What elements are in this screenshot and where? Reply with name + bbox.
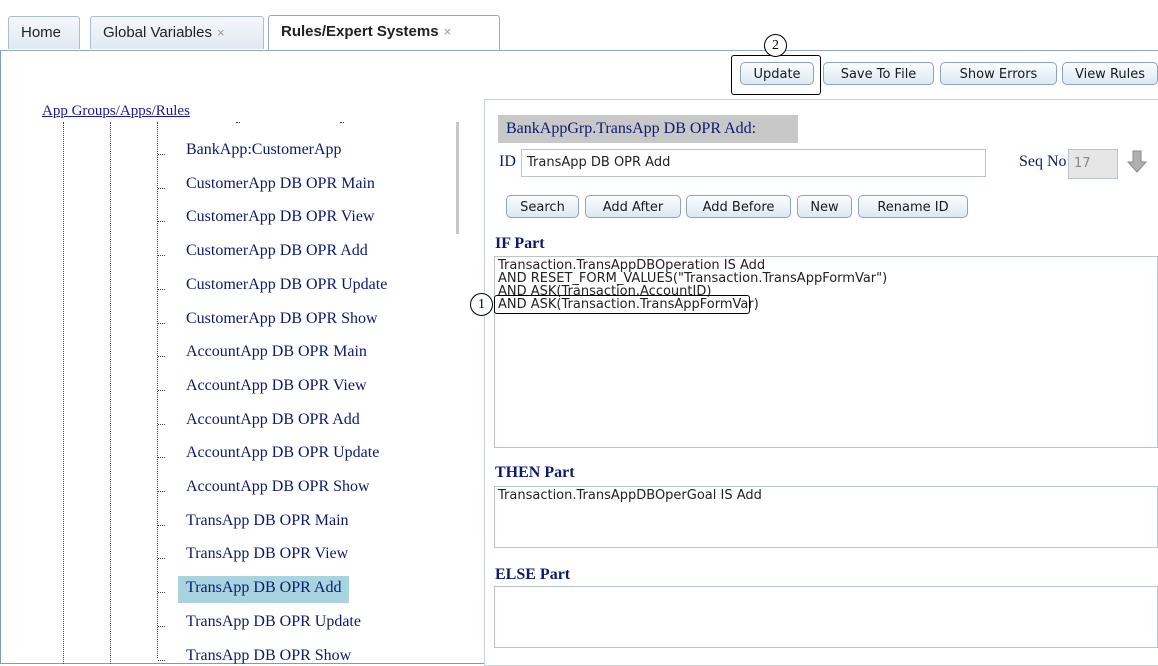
tree-item[interactable]: CustomerApp DB OPR Show bbox=[186, 310, 378, 328]
tab-global-variables-label: Global Variables bbox=[103, 24, 212, 41]
show-errors-button[interactable]: Show Errors bbox=[940, 62, 1057, 85]
close-icon[interactable]: × bbox=[444, 24, 452, 39]
tree-dash bbox=[158, 188, 165, 189]
tree-item[interactable]: AccountApp DB OPR Show bbox=[186, 478, 370, 496]
tree-item[interactable]: TransApp DB OPR Main bbox=[186, 512, 349, 530]
tree-dash bbox=[158, 592, 165, 593]
seq-no-field: 17 bbox=[1068, 149, 1118, 179]
tree-dash bbox=[158, 558, 165, 559]
rename-id-button[interactable]: Rename ID bbox=[858, 195, 968, 218]
then-part-label: THEN Part bbox=[495, 464, 575, 481]
add-before-button[interactable]: Add Before bbox=[686, 195, 791, 218]
tree-dash bbox=[158, 525, 165, 526]
tree-dash bbox=[158, 221, 165, 222]
tree-dash bbox=[158, 255, 165, 256]
tree-item[interactable]: AccountApp DB OPR Update bbox=[186, 444, 379, 462]
tree-item[interactable]: CustomerApp DB OPR Main bbox=[186, 175, 375, 193]
tree-item[interactable]: AccountApp DB OPR View bbox=[186, 377, 367, 395]
callout-1: 1 bbox=[470, 293, 493, 316]
view-rules-button[interactable]: View Rules bbox=[1062, 62, 1158, 85]
tree-dash bbox=[158, 390, 165, 391]
tree-item[interactable]: TransApp DB OPR Update bbox=[186, 613, 361, 631]
then-part-textarea[interactable]: Transaction.TransAppDBOperGoal IS Add bbox=[494, 486, 1158, 548]
tree-dash bbox=[158, 457, 165, 458]
tree-dash bbox=[158, 660, 165, 661]
tree-title-link[interactable]: App Groups/Apps/Rules bbox=[42, 103, 190, 120]
tree-item[interactable]: AccountApp DB OPR Main bbox=[186, 343, 367, 361]
seq-no-label: Seq No: bbox=[1019, 153, 1071, 170]
rule-path-label: BankAppGrp.TransApp DB OPR Add: bbox=[498, 115, 798, 143]
then-line: Transaction.TransAppDBOperGoal IS Add bbox=[498, 488, 762, 503]
tree-item[interactable]: AccountApp DB OPR Add bbox=[186, 411, 360, 429]
tree-item[interactable]: TransApp DB OPR Add bbox=[178, 576, 350, 603]
else-part-textarea[interactable] bbox=[494, 586, 1158, 648]
tree-dash bbox=[236, 122, 240, 123]
id-label: ID bbox=[499, 153, 516, 170]
tree-item[interactable]: CustomerApp DB OPR Add bbox=[186, 242, 368, 260]
tree-item[interactable]: BankApp:CustomerApp bbox=[186, 141, 342, 159]
tree-guide-line bbox=[110, 122, 111, 664]
tab-rules-expert-systems-label: Rules/Expert Systems bbox=[281, 23, 439, 40]
if-part-textarea[interactable]: Transaction.TransAppDBOperation IS Add A… bbox=[494, 256, 1158, 448]
add-after-button[interactable]: Add After bbox=[585, 195, 681, 218]
tree-item[interactable]: TransApp DB OPR Show bbox=[186, 647, 351, 665]
tree-dash bbox=[158, 289, 165, 290]
tree-dash bbox=[158, 424, 165, 425]
tree-item[interactable]: CustomerApp DB OPR Update bbox=[186, 276, 387, 294]
id-field[interactable]: TransApp DB OPR Add bbox=[521, 149, 986, 177]
tree-item[interactable]: TransApp DB OPR View bbox=[186, 545, 348, 563]
if-part-label: IF Part bbox=[495, 235, 545, 252]
tree-dash bbox=[340, 122, 344, 123]
callout-2: 2 bbox=[764, 34, 787, 57]
tree-dash bbox=[158, 491, 165, 492]
tab-global-variables[interactable]: Global Variables × bbox=[90, 16, 264, 49]
ask-account-highlight-box bbox=[494, 295, 750, 314]
tree-guide-line bbox=[63, 122, 64, 664]
new-button[interactable]: New bbox=[797, 195, 852, 218]
tree-dash bbox=[158, 154, 165, 155]
tree-dash bbox=[158, 626, 165, 627]
tree-item[interactable]: CustomerApp DB OPR View bbox=[186, 208, 375, 226]
tree-dash bbox=[158, 356, 165, 357]
tab-home[interactable]: Home bbox=[8, 16, 80, 49]
tree-dash bbox=[158, 323, 165, 324]
tree-scrollbar[interactable] bbox=[456, 122, 459, 234]
else-part-label: ELSE Part bbox=[495, 566, 571, 583]
update-button[interactable]: Update bbox=[740, 62, 814, 85]
tab-home-label: Home bbox=[21, 24, 62, 41]
search-button[interactable]: Search bbox=[506, 195, 579, 218]
down-arrow-icon[interactable] bbox=[1127, 150, 1147, 174]
save-to-file-button[interactable]: Save To File bbox=[823, 62, 934, 85]
tab-rules-expert-systems[interactable]: Rules/Expert Systems × bbox=[268, 15, 500, 50]
close-icon[interactable]: × bbox=[217, 25, 225, 40]
